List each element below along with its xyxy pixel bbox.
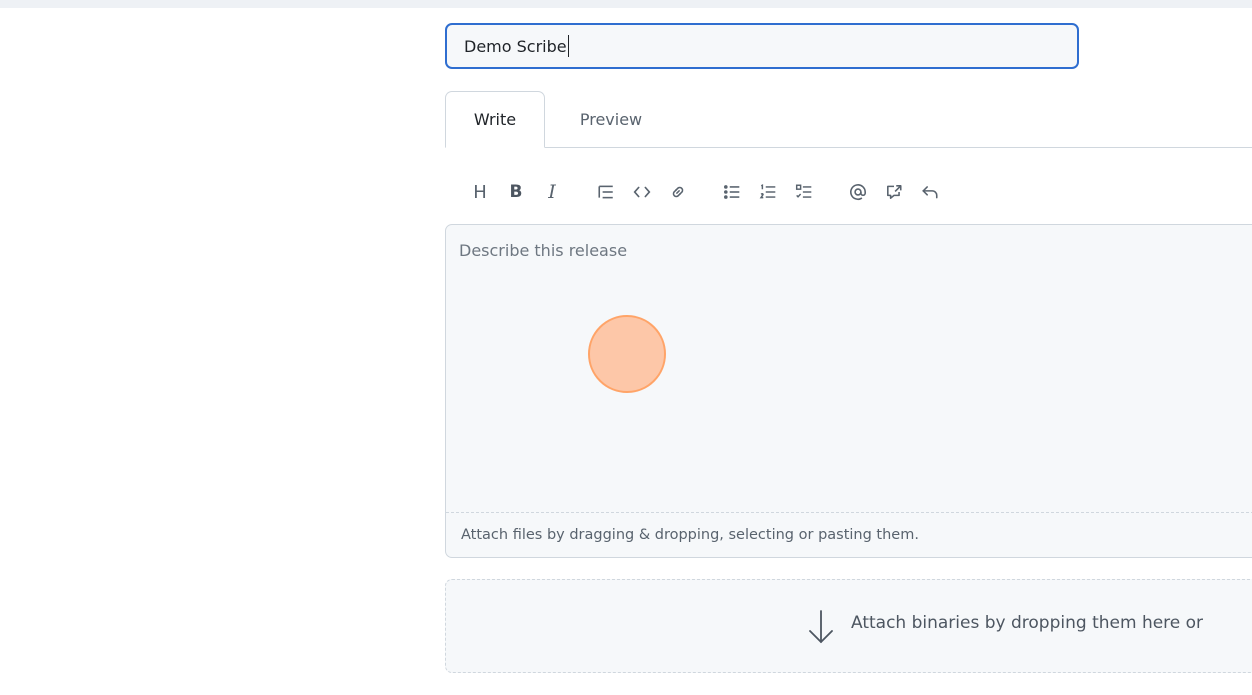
markdown-toolbar: H B I [462, 170, 948, 214]
editor-placeholder: Describe this release [459, 241, 628, 260]
release-title-value: Demo Scribe [464, 36, 567, 56]
quote-icon[interactable] [588, 174, 624, 210]
attach-files-bar[interactable]: Attach files by dragging & dropping, sel… [446, 512, 1252, 557]
tab-preview-label: Preview [579, 110, 643, 129]
arrow-down-icon [809, 610, 833, 644]
unordered-list-icon[interactable] [714, 174, 750, 210]
cross-reference-icon[interactable] [876, 174, 912, 210]
bold-icon[interactable]: B [498, 174, 534, 210]
ordered-list-icon[interactable] [750, 174, 786, 210]
tab-write-label: Write [473, 110, 517, 129]
mention-icon[interactable] [840, 174, 876, 210]
binaries-drop-text: Attach binaries by dropping them here or [851, 613, 1204, 633]
tab-preview[interactable]: Preview [555, 91, 667, 148]
binaries-dropzone[interactable]: Attach binaries by dropping them here or [445, 579, 1252, 673]
task-list-icon[interactable] [786, 174, 822, 210]
attach-files-hint: Attach files by dragging & dropping, sel… [461, 527, 919, 543]
tab-write[interactable]: Write [445, 91, 545, 148]
reply-icon[interactable] [912, 174, 948, 210]
release-title-input[interactable]: Demo Scribe [445, 23, 1079, 69]
text-caret [567, 35, 569, 57]
italic-icon[interactable]: I [534, 174, 570, 210]
code-icon[interactable] [624, 174, 660, 210]
click-indicator [588, 315, 666, 393]
link-icon[interactable] [660, 174, 696, 210]
page-top-strip [0, 0, 1252, 8]
release-description-editor[interactable]: Describe this release Attach files by dr… [445, 224, 1252, 558]
heading-icon[interactable]: H [462, 174, 498, 210]
